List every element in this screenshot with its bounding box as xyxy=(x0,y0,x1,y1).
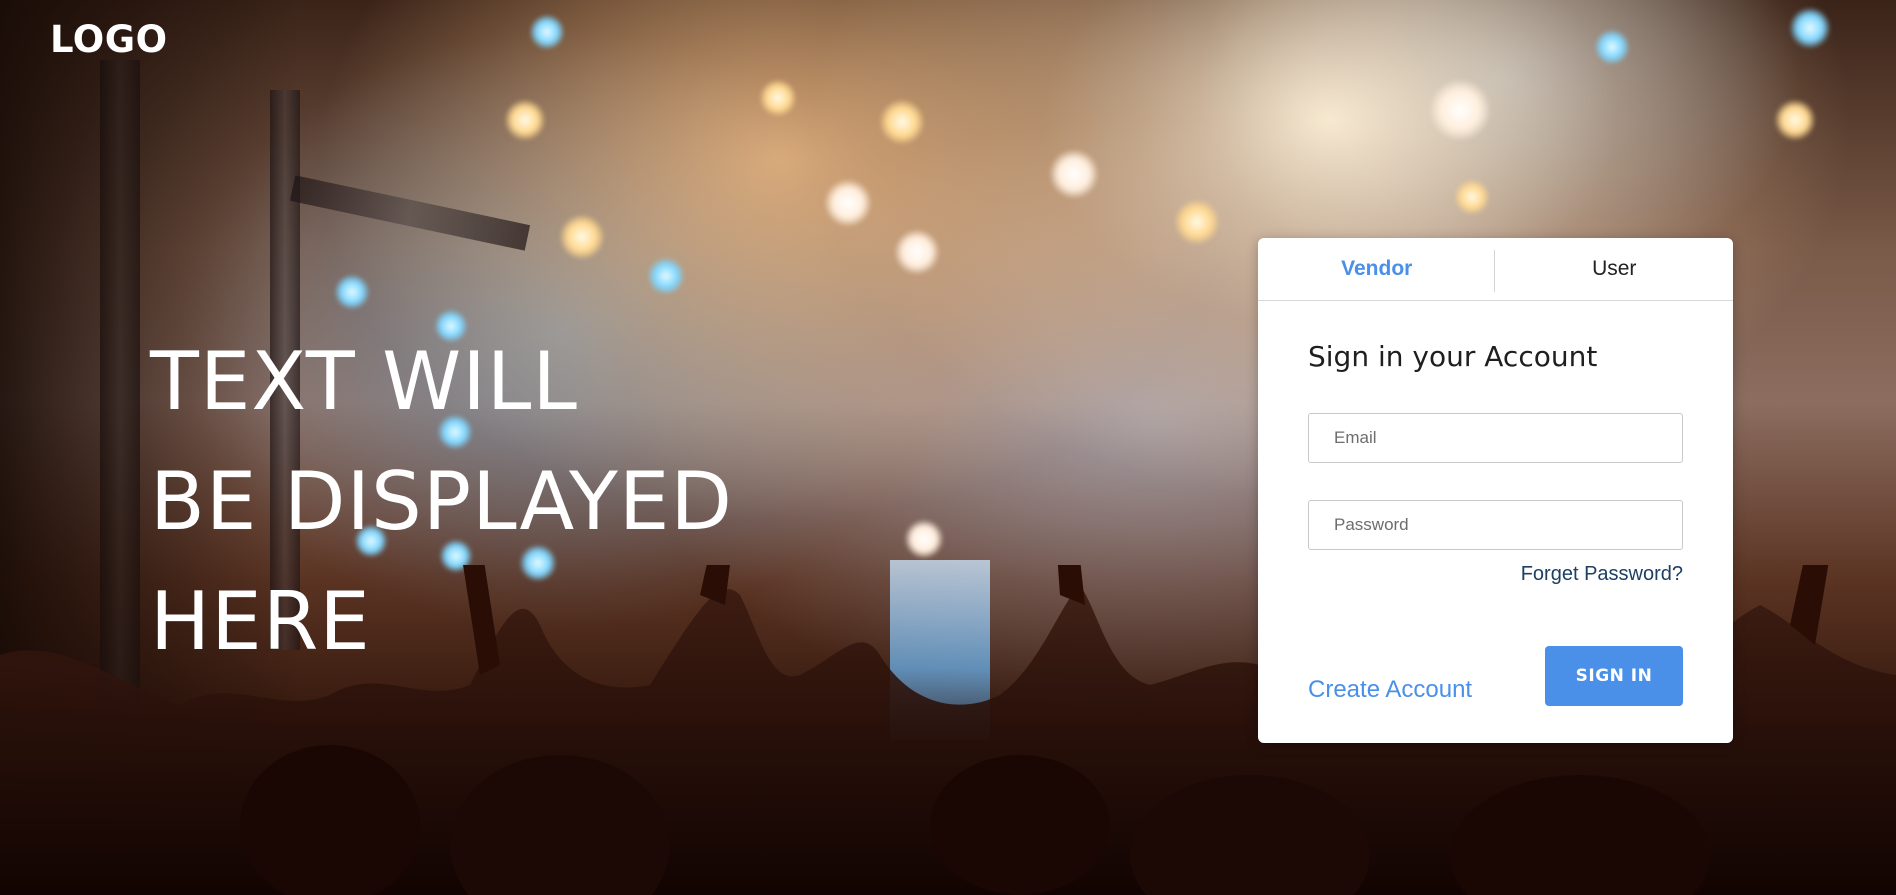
account-type-tabs: Vendor User xyxy=(1258,238,1733,301)
tab-vendor[interactable]: Vendor xyxy=(1258,238,1496,300)
tab-user[interactable]: User xyxy=(1496,238,1734,300)
stage-light xyxy=(560,215,604,259)
stage-screen xyxy=(890,560,990,740)
stage-light xyxy=(1430,80,1490,140)
stage-light xyxy=(1595,30,1629,64)
stage-light xyxy=(335,275,369,309)
stage-light xyxy=(825,180,871,226)
logo[interactable]: LOGO xyxy=(50,18,168,61)
stage-light xyxy=(1455,180,1489,214)
stage-light xyxy=(880,100,924,144)
sign-in-button[interactable]: SIGN IN xyxy=(1545,646,1683,706)
create-account-link[interactable]: Create Account xyxy=(1308,676,1472,704)
stage-light xyxy=(648,258,684,294)
hero-line: HERE xyxy=(150,575,371,668)
stage-truss xyxy=(289,175,531,251)
stage-light xyxy=(530,15,564,49)
password-field[interactable] xyxy=(1308,500,1683,550)
sign-in-title: Sign in your Account xyxy=(1308,340,1598,373)
hero-line: TEXT WILL xyxy=(150,335,578,428)
stage-light xyxy=(1050,150,1098,198)
stage-light xyxy=(895,230,939,274)
tab-divider xyxy=(1494,250,1495,292)
stage-light xyxy=(905,520,943,558)
login-page: LOGO TEXT WILL BE DISPLAYED HERE Vendor … xyxy=(0,0,1896,895)
forgot-password-link[interactable]: Forget Password? xyxy=(1521,563,1683,586)
stage-light xyxy=(1790,8,1830,48)
hero-text: TEXT WILL BE DISPLAYED HERE xyxy=(150,322,733,682)
stage-light xyxy=(1175,200,1219,244)
stage-light xyxy=(1775,100,1815,140)
stage-light xyxy=(505,100,545,140)
email-field[interactable] xyxy=(1308,413,1683,463)
stage-light xyxy=(760,80,796,116)
hero-line: BE DISPLAYED xyxy=(150,455,734,548)
login-card: Vendor User Sign in your Account Forget … xyxy=(1258,238,1733,743)
